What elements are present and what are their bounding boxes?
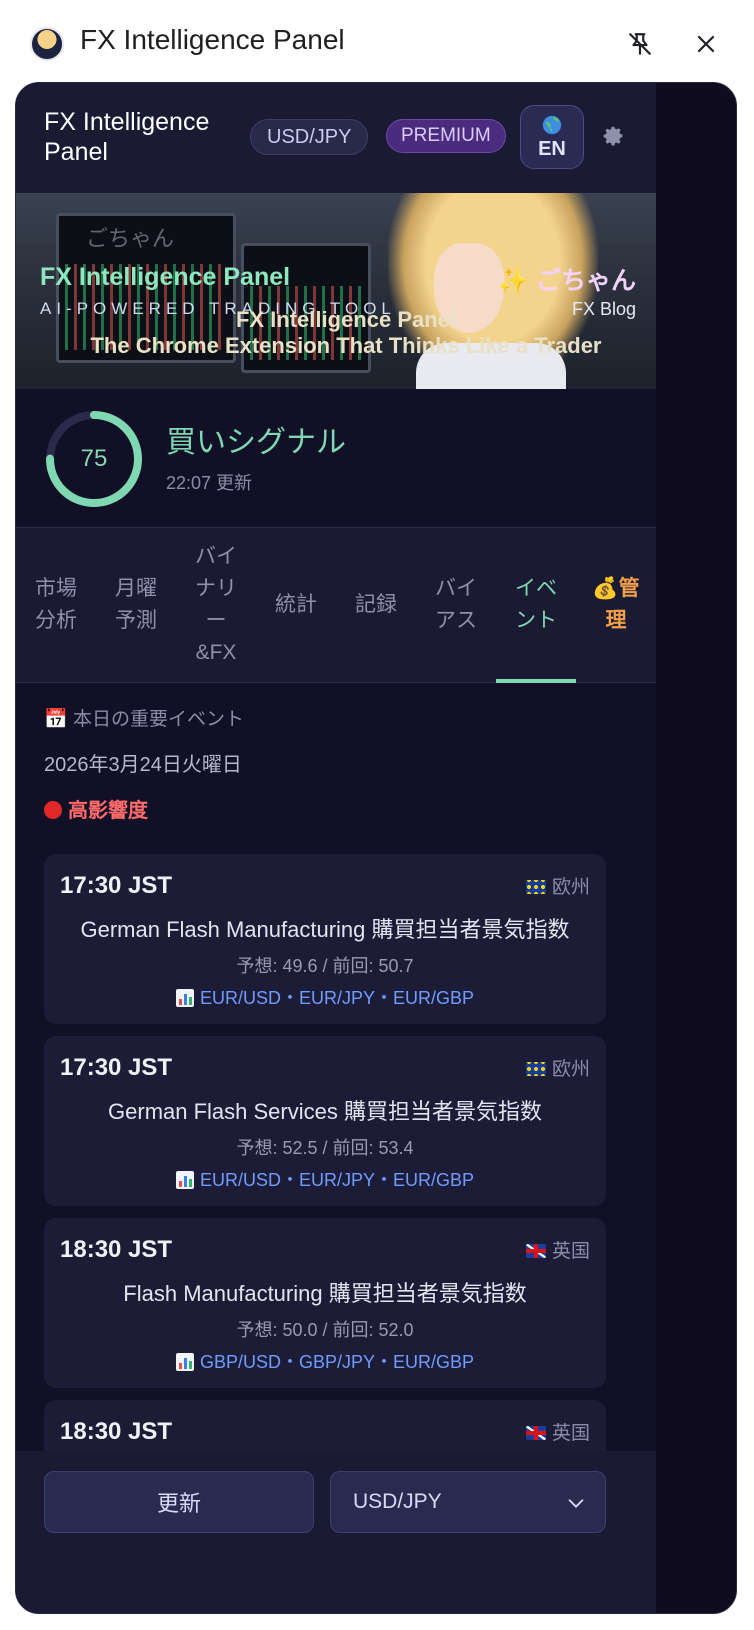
globe-icon bbox=[542, 115, 562, 134]
tab-3[interactable]: 統計 bbox=[256, 528, 336, 682]
tab-4[interactable]: 記録 bbox=[336, 528, 416, 682]
eu-flag-icon bbox=[525, 880, 546, 894]
chevron-down-icon bbox=[568, 1499, 584, 1508]
event-name: German Flash Manufacturing 購買担当者景気指数 bbox=[80, 917, 570, 942]
event-name: German Flash Services 購買担当者景気指数 bbox=[108, 1099, 542, 1124]
event-region: 欧州 bbox=[525, 1054, 590, 1081]
signal-label: 買いシグナル bbox=[166, 426, 346, 459]
event-region: 英国 bbox=[525, 1236, 590, 1263]
promo-banner: ごちゃん FX Intelligence Panel AI-POWERED TR… bbox=[16, 193, 656, 389]
banner-title: FX Intelligence Panel bbox=[40, 263, 291, 291]
event-time: 18:30 JST bbox=[60, 1418, 173, 1445]
tab-6[interactable]: イベ ント bbox=[496, 528, 576, 683]
side-panel-header: FX Intelligence Panel bbox=[0, 0, 754, 88]
tab-2[interactable]: バイ ナリー &FX bbox=[176, 528, 256, 682]
tab-label: 記録 bbox=[355, 593, 397, 616]
uk-flag-icon bbox=[525, 1244, 546, 1258]
banner-title-center: FX Intelligence Panel bbox=[235, 307, 457, 332]
side-panel-title: FX Intelligence Panel bbox=[80, 24, 345, 55]
calendar-icon: 📅 bbox=[44, 709, 68, 730]
tab-label: 市場 分析 bbox=[35, 577, 77, 632]
banner-watermark: ごちゃん bbox=[86, 226, 175, 251]
tab-label: 月曜 予測 bbox=[115, 577, 157, 632]
tab-label: バイ アス bbox=[435, 577, 477, 632]
language-label: EN bbox=[538, 137, 566, 160]
premium-badge: PREMIUM bbox=[386, 119, 506, 153]
event-card[interactable]: 17:30 JST 欧州 German Flash Services 購買担当者景気… bbox=[44, 1036, 606, 1206]
app-header: FX Intelligence Panel USD/JPY PREMIUM EN bbox=[16, 83, 656, 193]
events-date: 2026年3月24日火曜日 bbox=[44, 754, 242, 776]
tab-label: 💰管理 bbox=[592, 577, 640, 632]
tab-label: 統計 bbox=[275, 593, 317, 616]
banner-brand-text: ごちゃん bbox=[535, 267, 636, 295]
extension-panel: FX Intelligence Panel USD/JPY PREMIUM EN bbox=[15, 82, 737, 1614]
panel-footer: 更新 USD/JPY bbox=[16, 1451, 656, 1613]
pair-select-value: USD/JPY bbox=[353, 1490, 442, 1513]
event-name: Flash Manufacturing 購買担当者景気指数 bbox=[123, 1281, 527, 1306]
red-circle-icon bbox=[44, 801, 62, 819]
extension-avatar-icon bbox=[30, 27, 64, 61]
signal-updated-time: 22:07 更新 bbox=[166, 473, 253, 493]
tab-1[interactable]: 月曜 予測 bbox=[96, 528, 176, 682]
event-time: 17:30 JST bbox=[60, 872, 173, 899]
banner-brand-sub: FX Blog bbox=[571, 299, 636, 319]
panel-content: FX Intelligence Panel USD/JPY PREMIUM EN bbox=[16, 83, 656, 1613]
event-card[interactable]: 17:30 JST 欧州 German Flash Manufacturing 購買… bbox=[44, 854, 606, 1024]
tab-label: バイ ナリー &FX bbox=[195, 545, 237, 664]
event-card[interactable]: 18:30 JST 英国 Flash Manufacturing 購買担当者景気指数… bbox=[44, 1218, 606, 1388]
event-forecast: 予想: 49.6 / 前回: 50.7 bbox=[236, 956, 414, 976]
close-icon[interactable] bbox=[688, 26, 724, 62]
event-pairs: EUR/USD・EUR/JPY・EUR/GBP bbox=[44, 984, 606, 1010]
sparkle-icon: ✨ bbox=[497, 267, 536, 295]
event-pairs: GBP/USD・GBP/JPY・EUR/GBP bbox=[44, 1348, 606, 1374]
bar-chart-icon bbox=[175, 989, 194, 1007]
event-region: 英国 bbox=[525, 1418, 590, 1445]
events-heading: 📅 本日の重要イベント bbox=[44, 709, 244, 730]
events-section: 📅 本日の重要イベント 2026年3月24日火曜日 高影響度 17:30 JST… bbox=[16, 684, 656, 1452]
tab-0[interactable]: 市場 分析 bbox=[16, 528, 96, 682]
uk-flag-icon bbox=[525, 1426, 546, 1440]
event-region: 欧州 bbox=[525, 872, 590, 899]
eu-flag-icon bbox=[525, 1062, 546, 1076]
tab-label: イベ ント bbox=[515, 577, 557, 632]
pair-badge: USD/JPY bbox=[250, 119, 369, 155]
language-toggle-button[interactable]: EN bbox=[520, 105, 584, 169]
tab-bar: 市場 分析 月曜 予測 バイ ナリー &FX 統計 記録 バイ アス イベ ント 💰管理 bbox=[16, 527, 656, 683]
tab-7[interactable]: 💰管理 bbox=[576, 528, 656, 682]
signal-score: 75 bbox=[80, 445, 108, 472]
event-forecast: 予想: 50.0 / 前回: 52.0 bbox=[236, 1320, 414, 1340]
tab-5[interactable]: バイ アス bbox=[416, 528, 496, 682]
banner-tagline: The Chrome Extension That Thinks Like a … bbox=[90, 333, 602, 358]
app-title: FX Intelligence Panel bbox=[44, 108, 210, 166]
banner-brand: ✨ ごちゃん bbox=[498, 261, 636, 297]
signal-summary: 75 買いシグナル 22:07 更新 bbox=[16, 389, 656, 527]
bar-chart-icon bbox=[175, 1171, 194, 1189]
event-time: 18:30 JST bbox=[60, 1236, 173, 1263]
event-card[interactable]: 18:30 JST 英国 bbox=[44, 1400, 606, 1452]
unpin-icon[interactable] bbox=[622, 26, 658, 62]
event-forecast: 予想: 52.5 / 前回: 53.4 bbox=[236, 1138, 414, 1158]
impact-level-label: 高影響度 bbox=[44, 794, 148, 823]
pair-select[interactable]: USD/JPY bbox=[330, 1471, 606, 1533]
refresh-button[interactable]: 更新 bbox=[44, 1471, 314, 1533]
settings-gear-icon[interactable] bbox=[596, 119, 632, 155]
bar-chart-icon bbox=[175, 1353, 194, 1371]
event-time: 17:30 JST bbox=[60, 1054, 173, 1081]
event-pairs: EUR/USD・EUR/JPY・EUR/GBP bbox=[44, 1166, 606, 1192]
